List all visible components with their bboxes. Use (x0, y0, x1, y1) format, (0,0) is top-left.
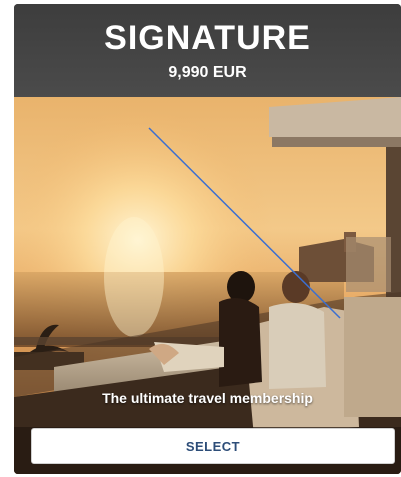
card-header: SIGNATURE 9,990 EUR (14, 4, 401, 97)
membership-card: SIGNATURE 9,990 EUR The ultimate travel … (14, 4, 401, 474)
plan-tagline: The ultimate travel membership (102, 390, 313, 406)
couple-on-balcony-sunset-image (14, 97, 401, 474)
plan-title: SIGNATURE (104, 19, 311, 57)
plan-price: 9,990 EUR (168, 64, 247, 81)
select-button[interactable]: SELECT (31, 428, 395, 464)
